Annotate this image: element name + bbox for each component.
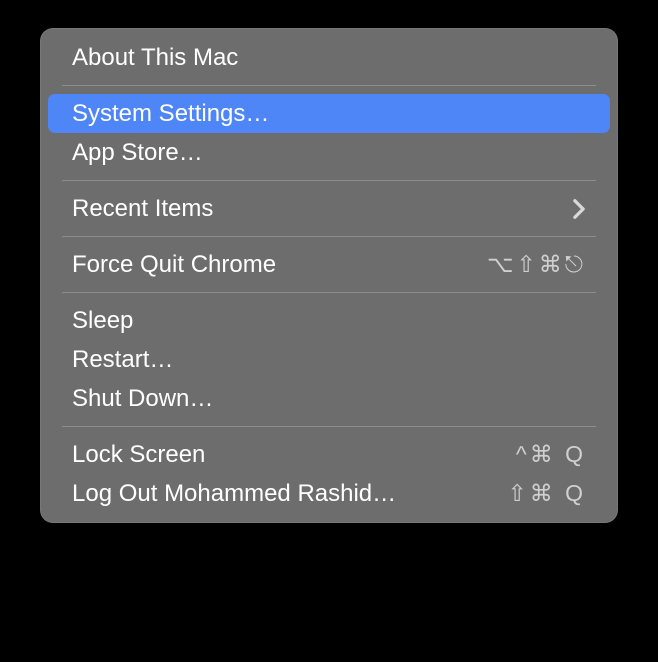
menu-separator xyxy=(62,426,596,427)
menu-item-system-settings[interactable]: System Settings… xyxy=(48,94,610,133)
menu-separator xyxy=(62,180,596,181)
menu-item-label: System Settings… xyxy=(72,100,269,128)
menu-item-label: Restart… xyxy=(72,346,173,374)
menu-item-shut-down[interactable]: Shut Down… xyxy=(48,379,610,418)
menu-item-force-quit[interactable]: Force Quit Chrome ⌥⇧⌘⎋ xyxy=(48,245,610,284)
menu-separator xyxy=(62,85,596,86)
chevron-right-icon xyxy=(572,198,586,220)
apple-menu: About This Mac System Settings… App Stor… xyxy=(40,28,618,523)
menu-item-app-store[interactable]: App Store… xyxy=(48,133,610,172)
menu-item-about-this-mac[interactable]: About This Mac xyxy=(48,38,610,77)
menu-item-log-out[interactable]: Log Out Mohammed Rashid… ⇧⌘ Q xyxy=(48,474,610,513)
menu-separator xyxy=(62,292,596,293)
menu-item-label: Lock Screen xyxy=(72,441,205,469)
keyboard-shortcut: ^⌘ Q xyxy=(516,441,586,468)
menu-item-label: Recent Items xyxy=(72,195,213,223)
menu-item-sleep[interactable]: Sleep xyxy=(48,301,610,340)
menu-item-lock-screen[interactable]: Lock Screen ^⌘ Q xyxy=(48,435,610,474)
menu-item-label: Sleep xyxy=(72,307,133,335)
menu-item-label: Log Out Mohammed Rashid… xyxy=(72,480,396,508)
menu-item-restart[interactable]: Restart… xyxy=(48,340,610,379)
keyboard-shortcut: ⇧⌘ Q xyxy=(507,480,586,507)
menu-separator xyxy=(62,236,596,237)
menu-item-label: About This Mac xyxy=(72,44,238,72)
menu-item-recent-items[interactable]: Recent Items xyxy=(48,189,610,228)
menu-item-label: Force Quit Chrome xyxy=(72,251,276,279)
keyboard-shortcut: ⌥⇧⌘⎋ xyxy=(487,251,586,278)
menu-item-label: App Store… xyxy=(72,139,203,167)
menu-item-label: Shut Down… xyxy=(72,385,213,413)
